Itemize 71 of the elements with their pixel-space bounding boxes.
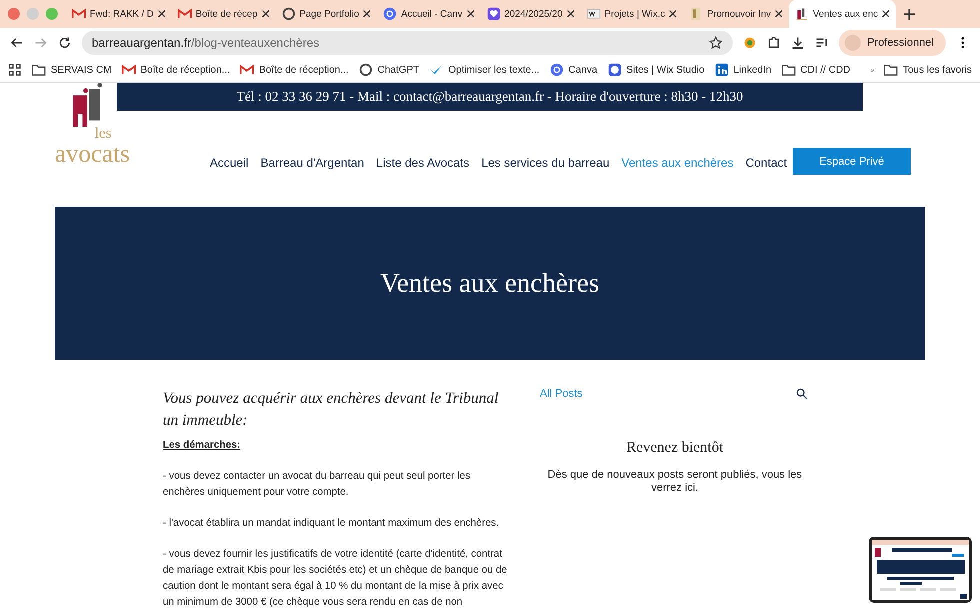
browser-tab[interactable]: Promouvoir Inv bbox=[683, 0, 790, 28]
close-icon[interactable] bbox=[566, 10, 575, 18]
browser-tab[interactable]: Fwd: RAKK / D bbox=[66, 0, 172, 28]
apps-grid-icon[interactable] bbox=[8, 63, 22, 77]
browser-tab[interactable]: Ventes aux enc bbox=[789, 0, 896, 28]
wix-icon bbox=[586, 7, 601, 21]
browser-tab[interactable]: 2024/2025/20 bbox=[480, 0, 581, 28]
document-icon bbox=[689, 7, 704, 21]
browser-tab[interactable]: Accueil - Canv bbox=[377, 0, 481, 28]
paragraph: - l'avocat établira un mandat indiquant le montant maximum des enchères. bbox=[163, 517, 500, 531]
page-title: Ventes aux enchères bbox=[380, 268, 600, 299]
bookmark[interactable]: Boîte de réception... bbox=[140, 64, 230, 76]
close-icon[interactable] bbox=[669, 10, 678, 18]
circle-icon bbox=[383, 7, 398, 21]
bookmark[interactable]: Sites | Wix Studio bbox=[626, 64, 705, 76]
bookmark[interactable]: LinkedIn bbox=[734, 64, 772, 76]
empty-title: Revenez bientôt bbox=[625, 440, 725, 457]
nav-link[interactable]: Barreau d'Argentan bbox=[260, 156, 364, 170]
folder-icon bbox=[782, 63, 796, 77]
logo-icon bbox=[795, 7, 810, 21]
linkedin-icon bbox=[714, 63, 729, 77]
bookmark[interactable]: Tous les favoris bbox=[903, 64, 972, 76]
nav-link[interactable]: Ventes aux enchères bbox=[622, 156, 734, 170]
browser-tab[interactable]: Page Portfolio bbox=[276, 0, 378, 28]
nav-link[interactable]: Contact bbox=[746, 156, 788, 170]
nav-link[interactable]: Liste des Avocats bbox=[376, 156, 470, 170]
close-icon[interactable] bbox=[466, 10, 475, 18]
close-icon[interactable] bbox=[363, 10, 372, 18]
bookmark[interactable]: Boîte de réception... bbox=[259, 64, 349, 76]
close-icon[interactable] bbox=[882, 10, 890, 18]
square-icon bbox=[608, 63, 622, 77]
mail-icon bbox=[240, 63, 254, 77]
paragraph: - vous devez fournir les justificatifs de votre identité (carte d'identité, contrat de mariage extrait Kbis pour les sociétés etc) et un chèque de banque ou de caution dont le montant sera égal à 10 % du montant de la mise à prix avec un minimum de 3000 € (ce chèque vous sera rendu en cas de non bbox=[163, 548, 508, 610]
star-icon[interactable] bbox=[709, 36, 724, 50]
media-icon[interactable] bbox=[815, 36, 830, 50]
private-space-button[interactable]: Espace Privé bbox=[793, 148, 911, 175]
back-arrow-icon[interactable] bbox=[10, 36, 24, 50]
close-icon[interactable] bbox=[262, 10, 270, 18]
folder-icon bbox=[884, 63, 898, 77]
extension-icon[interactable] bbox=[743, 36, 758, 50]
plus-icon[interactable] bbox=[904, 8, 916, 20]
all-posts-link[interactable]: All Posts bbox=[540, 388, 583, 400]
folder-icon bbox=[32, 63, 46, 77]
browser-tab[interactable]: Projets | Wix.c bbox=[580, 0, 684, 28]
mail-icon bbox=[122, 63, 136, 77]
address-bar[interactable]: barreauargentan.fr/blog-venteauxenchères bbox=[82, 31, 734, 55]
nav-link[interactable]: Les services du barreau bbox=[482, 156, 610, 170]
section-heading: Les démarches: bbox=[163, 439, 242, 453]
mail-icon bbox=[72, 7, 86, 21]
download-icon[interactable] bbox=[791, 36, 806, 50]
nav-link[interactable]: Accueil bbox=[210, 156, 249, 170]
bookmark[interactable]: CDI // CDD bbox=[800, 64, 851, 76]
contact-text: Tél : 02 33 36 29 71 - Mail : contact@barreauargentan.fr - Horaire d'ouverture : 8h30 - 12h30 bbox=[236, 89, 744, 105]
bookmark[interactable]: ChatGPT bbox=[378, 64, 420, 76]
paragraph: - vous devez contacter un avocat du barreau qui peut seul porter les enchères uniquement pour votre compte. bbox=[163, 470, 472, 500]
bookmark[interactable]: SERVAIS CM bbox=[51, 64, 112, 76]
profile-button[interactable]: Professionnel bbox=[839, 30, 946, 56]
close-icon[interactable] bbox=[775, 10, 784, 18]
logo-text: les bbox=[95, 127, 113, 142]
bookmark[interactable]: Canva bbox=[568, 64, 598, 76]
bookmark[interactable]: Optimiser les texte... bbox=[448, 64, 540, 76]
empty-message: Dès que de nouveaux posts seront publiés, vous les verrez ici. bbox=[546, 469, 804, 495]
search-icon[interactable] bbox=[796, 388, 808, 400]
email-link[interactable]: contact@barreauargentan.fr bbox=[393, 89, 544, 104]
logo-text: avocats bbox=[55, 142, 131, 167]
circle-icon bbox=[550, 63, 564, 77]
close-icon[interactable] bbox=[158, 10, 166, 18]
reload-icon[interactable] bbox=[58, 36, 72, 50]
mail-icon bbox=[178, 7, 192, 21]
browser-tab[interactable]: Boîte de récep bbox=[172, 0, 276, 28]
intro-heading: Vous pouvez acquérir aux enchères devant le Tribunal un immeuble: bbox=[163, 389, 500, 431]
